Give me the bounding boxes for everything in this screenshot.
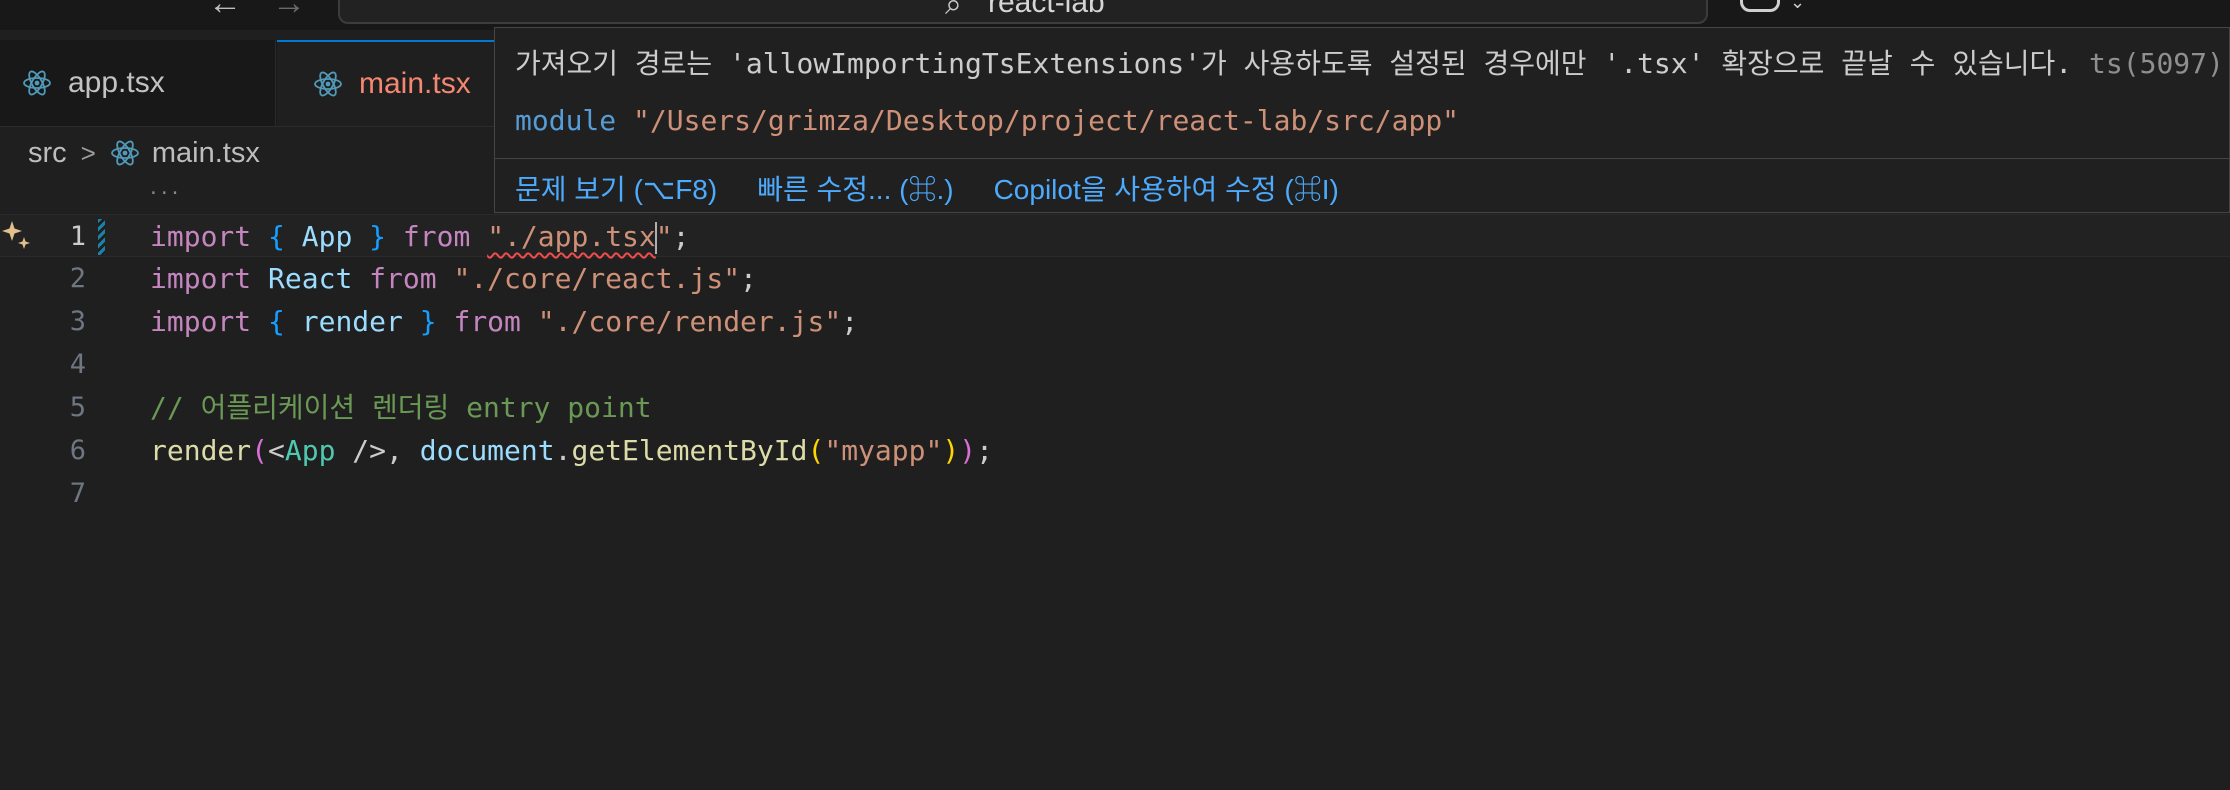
hover-divider xyxy=(495,158,2229,159)
copilot-fix-link[interactable]: Copilot을 사용하여 수정 (⌘I) xyxy=(994,168,1339,208)
modified-gutter-indicator[interactable] xyxy=(98,219,105,255)
token: render xyxy=(301,305,403,338)
search-icon: ⌕ xyxy=(945,0,962,21)
breadcrumb-folder[interactable]: src xyxy=(28,137,67,170)
token: ; xyxy=(841,305,859,338)
token: ( xyxy=(251,434,269,467)
chevron-down-icon[interactable]: ⌄ xyxy=(1790,0,1805,13)
react-icon xyxy=(110,140,139,166)
code-text: import { render } from "./core/render.js… xyxy=(150,300,858,343)
copilot-icon[interactable] xyxy=(1740,0,1780,12)
token: ; xyxy=(976,434,993,467)
token: "./core/react.js" xyxy=(453,262,741,295)
code-text: import { App } from "./app.tsx"; xyxy=(150,215,689,258)
token: document xyxy=(419,434,555,467)
line-number: 4 xyxy=(69,349,86,380)
error-token[interactable]: "./app.tsx xyxy=(487,220,656,253)
token: App xyxy=(301,220,353,253)
view-problem-link[interactable]: 문제 보기 (⌥F8) xyxy=(515,168,717,208)
error-hover-popup: 가져오기 경로는 'allowImportingTsExtensions'가 사… xyxy=(494,27,2230,213)
code-line-7[interactable]: 7 xyxy=(0,472,2230,515)
token: getElementById xyxy=(571,434,808,467)
line-number: 6 xyxy=(69,435,86,466)
token: from xyxy=(402,220,471,253)
breadcrumb: src > main.tsx xyxy=(28,131,260,175)
sparkle-icon[interactable] xyxy=(0,219,32,251)
code-line-6[interactable]: 6 render(<App />, document.getElementByI… xyxy=(0,429,2230,472)
hover-actions: 문제 보기 (⌥F8) 빠른 수정... (⌘.) Copilot을 사용하여 … xyxy=(515,168,1379,208)
line-number: 3 xyxy=(69,306,86,337)
token: import xyxy=(150,305,252,338)
token: . xyxy=(554,434,572,467)
code-line-4[interactable]: 4 xyxy=(0,343,2230,386)
token: , xyxy=(386,434,420,467)
code-line-1[interactable]: 1 import { App } from "./app.tsx"; xyxy=(0,214,2230,257)
chevron-right-icon: > xyxy=(80,137,96,168)
hover-error-code[interactable]: ts(5097) xyxy=(2089,47,2224,80)
code-line-5[interactable]: 5 // 어플리케이션 렌더링 entry point xyxy=(0,386,2230,429)
token: from xyxy=(369,262,437,295)
token: " xyxy=(655,220,673,253)
line-number: 1 xyxy=(69,221,86,252)
module-keyword: module xyxy=(515,104,617,137)
token: import xyxy=(150,262,252,295)
breadcrumb-file[interactable]: main.tsx xyxy=(152,137,260,170)
code-text: render(<App />, document.getElementById(… xyxy=(150,429,993,472)
token: "myapp" xyxy=(824,434,943,467)
react-icon xyxy=(23,70,51,96)
token: ; xyxy=(740,262,757,295)
hover-message: 가져오기 경로는 'allowImportingTsExtensions'가 사… xyxy=(515,42,2224,80)
token: ) xyxy=(942,434,960,467)
token: { xyxy=(268,305,285,338)
line-number: 5 xyxy=(69,392,86,423)
line-number: 2 xyxy=(69,263,86,294)
forward-arrow-icon[interactable]: → xyxy=(272,0,306,20)
back-arrow-icon[interactable]: ← xyxy=(208,0,242,20)
module-path: "/Users/grimza/Desktop/project/react-lab… xyxy=(633,104,1460,137)
token: ) xyxy=(959,434,977,467)
hover-message-text: 가져오기 경로는 'allowImportingTsExtensions'가 사… xyxy=(515,47,2073,80)
token: /> xyxy=(335,434,387,467)
react-icon xyxy=(314,71,342,97)
token: < xyxy=(268,434,285,467)
token: from xyxy=(453,305,521,338)
token: ( xyxy=(807,434,825,467)
code-comment: // 어플리케이션 렌더링 entry point xyxy=(150,391,652,424)
token: render xyxy=(150,434,252,467)
command-center-text: react-lab xyxy=(988,0,1105,19)
command-center-search[interactable]: ⌕ react-lab xyxy=(338,0,1708,24)
token: ; xyxy=(672,220,690,253)
token: App xyxy=(284,434,336,467)
token: } xyxy=(419,305,437,338)
title-bar: ← → ⌕ react-lab ⌄ xyxy=(0,0,2230,30)
token: import xyxy=(150,220,252,253)
code-editor[interactable]: 1 import { App } from "./app.tsx"; 2 imp… xyxy=(0,193,2230,790)
token: "./core/render.js" xyxy=(537,305,842,338)
token: { xyxy=(268,220,285,253)
token: } xyxy=(369,220,387,253)
code-line-2[interactable]: 2 import React from "./core/react.js"; xyxy=(0,257,2230,300)
token: React xyxy=(268,262,353,295)
tab-label: main.tsx xyxy=(359,67,471,100)
tab-app-tsx[interactable]: app.tsx xyxy=(0,40,276,126)
code-line-3[interactable]: 3 import { render } from "./core/render.… xyxy=(0,300,2230,343)
line-number: 7 xyxy=(69,478,86,509)
code-text: import React from "./core/react.js"; xyxy=(150,257,757,300)
tab-label: app.tsx xyxy=(68,66,165,99)
quick-fix-link[interactable]: 빠른 수정... (⌘.) xyxy=(757,168,953,208)
hover-module-info: module "/Users/grimza/Desktop/project/re… xyxy=(515,104,1459,144)
